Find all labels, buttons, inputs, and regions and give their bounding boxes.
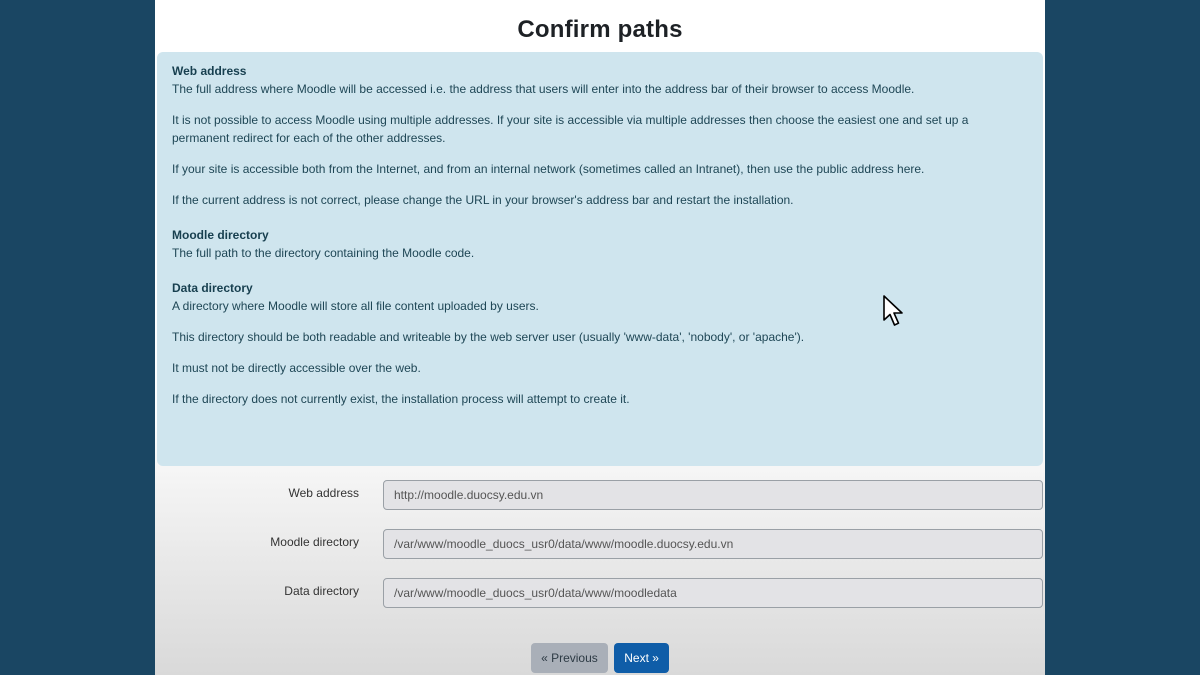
web-address-help-text-4: If the current address is not correct, p… bbox=[172, 193, 794, 207]
web-address-input[interactable] bbox=[383, 480, 1043, 510]
web-address-help-text-3: If your site is accessible both from the… bbox=[172, 162, 925, 176]
moodle-directory-label: Moodle directory bbox=[270, 535, 359, 549]
web-address-label: Web address bbox=[288, 486, 359, 500]
web-address-row: Web address bbox=[155, 480, 1045, 510]
web-address-heading: Web address bbox=[172, 64, 247, 78]
previous-button[interactable]: « Previous bbox=[531, 643, 608, 673]
data-directory-input[interactable] bbox=[383, 578, 1043, 608]
paths-info-box: Web address The full address where Moodl… bbox=[157, 52, 1043, 466]
web-address-help-text-2: It is not possible to access Moodle usin… bbox=[172, 113, 969, 145]
moodle-directory-help-text-1: The full path to the directory containin… bbox=[172, 246, 475, 260]
navigation-buttons: « Previous Next » bbox=[155, 643, 1045, 673]
data-directory-help-text-4: If the directory does not currently exis… bbox=[172, 392, 630, 406]
web-address-help-text-1: The full address where Moodle will be ac… bbox=[172, 82, 915, 96]
mouse-pointer-icon bbox=[883, 295, 903, 326]
moodle-directory-row: Moodle directory bbox=[155, 529, 1045, 559]
install-page: Confirm paths Web address The full addre… bbox=[155, 0, 1045, 675]
next-button[interactable]: Next » bbox=[614, 643, 669, 673]
moodle-directory-heading: Moodle directory bbox=[172, 228, 269, 242]
data-directory-row: Data directory bbox=[155, 578, 1045, 608]
moodle-directory-help: Moodle directory The full path to the di… bbox=[172, 226, 1029, 262]
data-directory-help-text-3: It must not be directly accessible over … bbox=[172, 361, 421, 375]
data-directory-help-text-2: This directory should be both readable a… bbox=[172, 330, 805, 344]
data-directory-label: Data directory bbox=[284, 584, 359, 598]
web-address-help: Web address The full address where Moodl… bbox=[172, 62, 1029, 209]
page-title: Confirm paths bbox=[517, 16, 683, 43]
moodle-directory-input[interactable] bbox=[383, 529, 1043, 559]
